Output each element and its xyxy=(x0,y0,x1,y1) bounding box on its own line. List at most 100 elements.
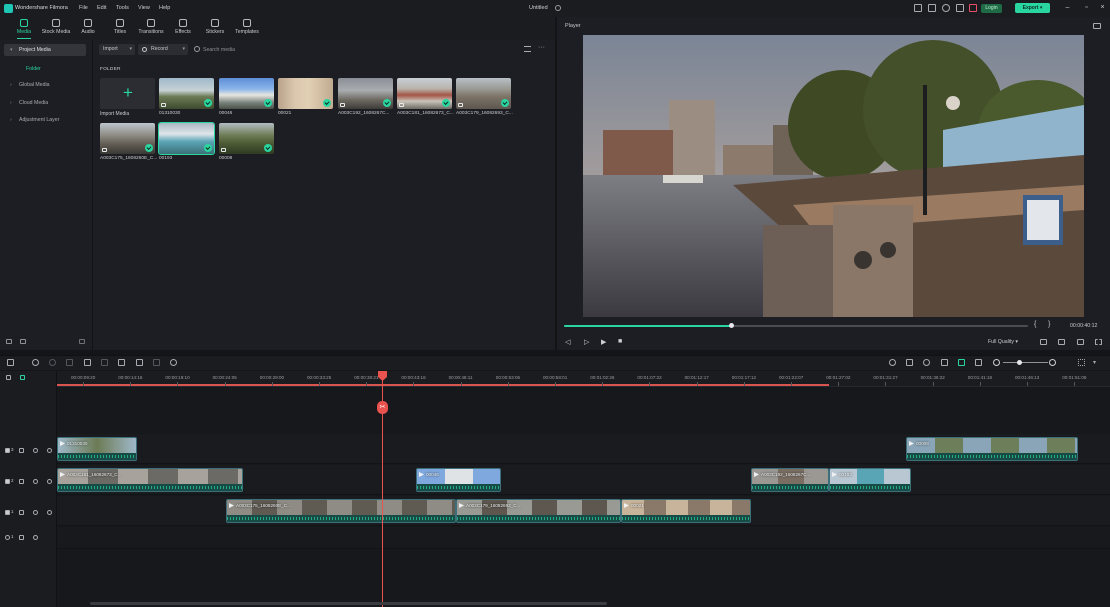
layout-icon[interactable] xyxy=(928,4,936,12)
menu-help[interactable]: Help xyxy=(159,5,170,11)
export-button[interactable]: Export ▾ xyxy=(1015,3,1050,13)
text-icon[interactable] xyxy=(136,359,143,366)
split-icon[interactable] xyxy=(84,359,91,366)
close-icon[interactable]: × xyxy=(1099,4,1106,12)
play-icon[interactable]: ▶ xyxy=(601,338,606,346)
undo-icon[interactable] xyxy=(32,359,39,366)
timeline-horizontal-scrollbar[interactable] xyxy=(90,602,607,605)
folder-icon[interactable] xyxy=(19,535,24,540)
speed-icon[interactable] xyxy=(170,359,177,366)
folder-icon[interactable] xyxy=(19,448,24,453)
media-clip-thumbnail[interactable] xyxy=(397,78,452,109)
more-tools-icon[interactable] xyxy=(153,359,160,366)
timeline-clip[interactable]: 00008 xyxy=(906,437,1078,461)
cart-icon[interactable] xyxy=(969,4,977,12)
tab-effects[interactable]: Effects xyxy=(173,19,193,39)
auto-highlight-icon[interactable] xyxy=(941,359,948,366)
tab-stock-media[interactable]: Stock Media xyxy=(40,19,72,39)
play-step-icon[interactable]: ▷ xyxy=(584,338,589,346)
cloud-upload-icon[interactable] xyxy=(942,4,950,12)
audio-meter-icon[interactable] xyxy=(1077,339,1084,345)
snap-icon[interactable] xyxy=(958,359,965,366)
import-dropdown[interactable]: Import ▾ xyxy=(99,44,135,55)
track-settings-icon[interactable] xyxy=(1078,359,1085,366)
redo-icon[interactable] xyxy=(49,359,56,366)
timeline-clip[interactable]: 01310030 xyxy=(57,437,137,461)
filter-icon[interactable] xyxy=(524,46,531,52)
player-scrubber-handle[interactable] xyxy=(729,323,735,328)
camera-icon[interactable] xyxy=(1058,339,1065,345)
mark-out-icon[interactable]: } xyxy=(1048,321,1050,328)
maximize-icon[interactable]: ▫ xyxy=(1083,4,1090,12)
sidebar-item-cloud-media[interactable]: › Cloud Media xyxy=(4,97,86,109)
crop-icon[interactable] xyxy=(101,359,108,366)
media-clip-thumbnail[interactable] xyxy=(456,78,511,109)
import-media-tile[interactable]: + xyxy=(100,78,155,109)
timeline-clip[interactable]: A003C175_1608260E_C... xyxy=(226,499,456,523)
zoom-out-icon[interactable] xyxy=(993,359,1000,366)
menu-file[interactable]: File xyxy=(79,5,88,11)
folder-icon[interactable] xyxy=(20,339,26,344)
speaker-icon[interactable] xyxy=(33,510,38,515)
snapshot-icon[interactable] xyxy=(1093,23,1101,29)
timeline-clip[interactable]: A003C192_1608267C... xyxy=(751,468,829,492)
tab-titles[interactable]: Titles xyxy=(110,19,130,39)
mark-in-icon[interactable]: { xyxy=(1034,321,1036,328)
timeline-clip[interactable]: 00021 xyxy=(621,499,751,523)
eye-icon[interactable] xyxy=(47,510,52,515)
tab-media[interactable]: Media xyxy=(12,19,36,39)
scissors-icon[interactable]: ✂ xyxy=(377,401,388,414)
timeline-zoom-handle[interactable] xyxy=(1017,360,1022,365)
media-clip-thumbnail[interactable] xyxy=(159,78,214,109)
collapse-panel-icon[interactable] xyxy=(79,339,85,344)
eye-icon[interactable] xyxy=(47,479,52,484)
sidebar-item-adjustment-layer[interactable]: › Adjustment Layer xyxy=(4,114,86,126)
new-folder-icon[interactable] xyxy=(6,339,12,344)
tab-audio[interactable]: Audio xyxy=(78,19,98,39)
speaker-icon[interactable] xyxy=(33,535,38,540)
timeline-clip[interactable]: A003C179_16082693_C... xyxy=(456,499,621,523)
record-dropdown[interactable]: Record ▾ xyxy=(138,44,188,55)
login-button[interactable]: Login xyxy=(981,4,1002,13)
folder-icon[interactable] xyxy=(19,510,24,515)
folder-icon[interactable] xyxy=(19,479,24,484)
more-options-icon[interactable]: ▾ xyxy=(1093,359,1100,366)
previous-frame-icon[interactable]: ◁ xyxy=(565,338,570,346)
display-settings-icon[interactable] xyxy=(1040,339,1047,345)
more-options-icon[interactable]: ··· xyxy=(538,44,545,51)
eye-icon[interactable] xyxy=(47,448,52,453)
speaker-icon[interactable] xyxy=(33,479,38,484)
media-clip-thumbnail-selected[interactable] xyxy=(158,122,215,155)
search-input[interactable] xyxy=(203,44,323,55)
shield-icon[interactable] xyxy=(906,359,913,366)
timeline-zoom-slider[interactable] xyxy=(1003,362,1048,363)
timeline-clip[interactable]: 00193 xyxy=(829,468,911,492)
fullscreen-icon[interactable] xyxy=(1095,339,1102,345)
link-icon[interactable] xyxy=(20,375,25,380)
speaker-icon[interactable] xyxy=(33,448,38,453)
media-clip-thumbnail[interactable] xyxy=(219,78,274,109)
tag-icon[interactable] xyxy=(118,359,125,366)
media-clip-thumbnail[interactable] xyxy=(278,78,333,109)
media-clip-thumbnail[interactable] xyxy=(219,123,274,154)
sidebar-item-folder[interactable]: Folder xyxy=(26,66,41,72)
stop-icon[interactable]: ■ xyxy=(618,338,622,345)
media-clip-thumbnail[interactable] xyxy=(100,123,155,154)
menu-tools[interactable]: Tools xyxy=(116,5,129,11)
media-clip-thumbnail[interactable] xyxy=(338,78,393,109)
timeline-clip[interactable]: 00046 xyxy=(416,468,501,492)
menu-edit[interactable]: Edit xyxy=(97,5,106,11)
menu-view[interactable]: View xyxy=(138,5,150,11)
sidebar-item-global-media[interactable]: › Global Media xyxy=(4,79,86,91)
microphone-icon[interactable] xyxy=(923,359,930,366)
sidebar-item-project-media[interactable]: ▾ Project Media xyxy=(4,44,86,56)
add-track-icon[interactable] xyxy=(6,375,11,380)
display-icon[interactable] xyxy=(914,4,922,12)
minimize-icon[interactable]: – xyxy=(1064,4,1071,12)
delete-icon[interactable] xyxy=(66,359,73,366)
timeline-clip[interactable]: A003C181_16082673_C... xyxy=(57,468,243,492)
tab-templates[interactable]: Templates xyxy=(233,19,261,39)
quality-dropdown[interactable]: Full Quality ▾ xyxy=(988,339,1018,345)
layout-grid-icon[interactable] xyxy=(7,359,14,366)
tab-transitions[interactable]: Transitions xyxy=(137,19,165,39)
